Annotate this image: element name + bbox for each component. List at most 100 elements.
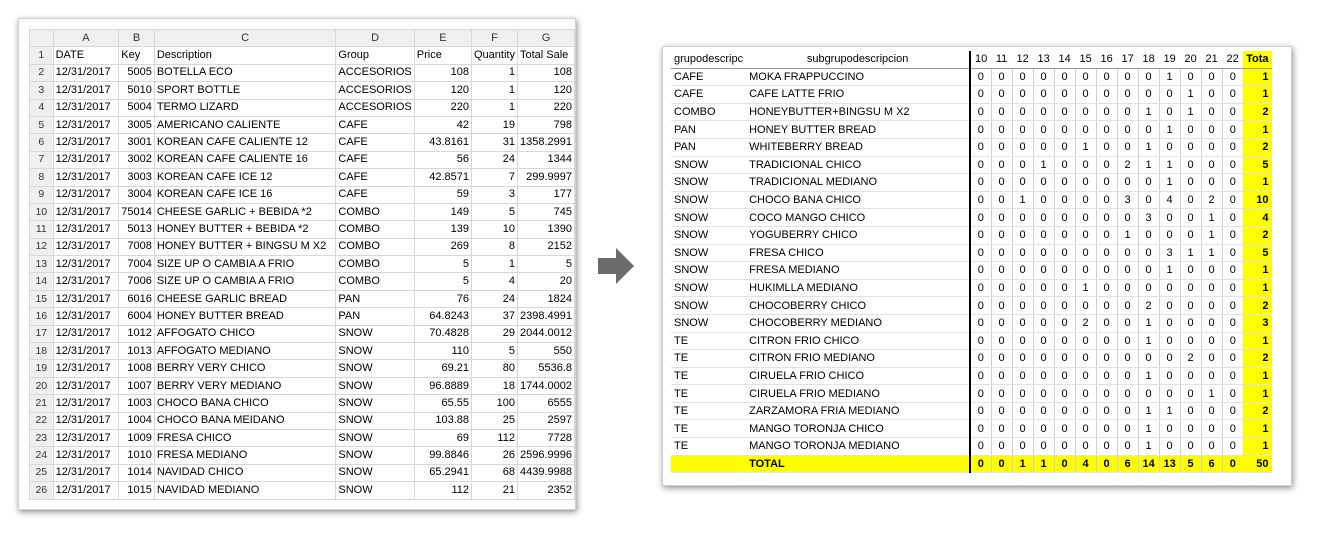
column-header-B[interactable]: B — [118, 28, 155, 48]
cell[interactable]: 112 — [413, 481, 473, 500]
cell[interactable]: 12/31/2017 — [52, 81, 120, 100]
row-total-cell[interactable]: 2 — [1243, 103, 1272, 122]
cell[interactable]: 20 — [516, 272, 575, 291]
subgroup-cell[interactable]: CHOCO BANA CHICO — [746, 191, 972, 210]
cell[interactable]: 5010 — [118, 81, 155, 100]
value-cell[interactable]: 0 — [1053, 349, 1076, 368]
value-cell[interactable]: 0 — [1158, 296, 1181, 315]
value-cell[interactable]: 0 — [1158, 367, 1181, 386]
hour-header[interactable]: 19 — [1159, 51, 1181, 69]
value-cell[interactable]: 0 — [1053, 85, 1076, 104]
value-cell[interactable]: 0 — [1179, 120, 1202, 139]
cell[interactable]: SNOW — [335, 428, 415, 448]
cell[interactable]: 12/31/2017 — [52, 394, 120, 413]
cell[interactable]: SNOW — [335, 394, 415, 413]
value-cell[interactable]: 0 — [1116, 367, 1139, 386]
subgroup-cell[interactable]: CITRON FRIO CHICO — [746, 332, 972, 351]
value-cell[interactable]: 0 — [1158, 314, 1181, 333]
cell[interactable]: 7728 — [516, 428, 575, 448]
row-total-cell[interactable]: 1 — [1243, 419, 1272, 439]
value-cell[interactable]: 0 — [1053, 367, 1076, 386]
value-cell[interactable]: 0 — [990, 296, 1013, 315]
value-cell[interactable]: 0 — [969, 244, 992, 263]
cell[interactable]: FRESA CHICO — [153, 428, 337, 448]
total-blank[interactable] — [671, 455, 747, 474]
value-cell[interactable]: 0 — [1179, 156, 1202, 175]
cell[interactable]: 5 — [516, 255, 575, 274]
cell[interactable]: SNOW — [335, 342, 415, 361]
value-cell[interactable]: 0 — [969, 173, 992, 192]
group-cell[interactable]: TE — [671, 437, 747, 456]
cell[interactable]: 96.8889 — [413, 376, 473, 396]
subgroup-cell[interactable]: CHOCOBERRY CHICO — [746, 296, 972, 315]
group-cell[interactable]: TE — [671, 332, 747, 351]
value-cell[interactable]: 0 — [1116, 120, 1139, 139]
value-cell[interactable]: 0 — [1053, 173, 1076, 192]
value-cell[interactable]: 0 — [1221, 138, 1244, 157]
cell[interactable]: 299.9997 — [516, 168, 575, 187]
value-cell[interactable]: 0 — [1011, 349, 1034, 368]
value-cell[interactable]: 0 — [990, 226, 1013, 245]
cell[interactable]: 1744.0002 — [516, 376, 575, 396]
row-total-cell[interactable]: 2 — [1243, 402, 1272, 421]
value-cell[interactable]: 0 — [990, 156, 1013, 175]
cell[interactable]: 1015 — [118, 481, 155, 500]
cell[interactable]: 269 — [413, 237, 473, 257]
value-cell[interactable]: 0 — [1032, 208, 1055, 227]
value-cell[interactable]: 0 — [990, 332, 1013, 351]
value-cell[interactable]: 1 — [1158, 402, 1181, 421]
value-cell[interactable]: 0 — [1221, 279, 1244, 298]
value-cell[interactable]: 0 — [1032, 103, 1055, 122]
total-value-cell[interactable]: 0 — [1095, 455, 1118, 474]
cell[interactable]: 1012 — [118, 324, 155, 344]
cell[interactable]: 80 — [471, 359, 518, 378]
value-cell[interactable]: 0 — [1095, 244, 1118, 263]
cell[interactable]: 110 — [413, 342, 473, 361]
subgroup-cell[interactable]: HONEYBUTTER+BINGSU M X2 — [746, 103, 972, 122]
value-cell[interactable]: 0 — [1095, 279, 1118, 298]
value-cell[interactable]: 0 — [1095, 314, 1118, 333]
cell[interactable]: KOREAN CAFE CALIENTE 16 — [153, 150, 337, 170]
cell[interactable]: 2597 — [516, 411, 575, 430]
value-cell[interactable]: 0 — [1137, 384, 1160, 403]
value-cell[interactable]: 0 — [1074, 191, 1097, 210]
cell[interactable]: 120 — [413, 81, 473, 100]
value-cell[interactable]: 0 — [1032, 314, 1055, 333]
cell[interactable]: 220 — [516, 98, 575, 117]
header-cell[interactable]: Group — [335, 46, 415, 65]
value-cell[interactable]: 0 — [1221, 244, 1244, 263]
cell[interactable]: 103.88 — [413, 411, 473, 430]
value-cell[interactable]: 1 — [1200, 208, 1223, 227]
value-cell[interactable]: 0 — [1011, 402, 1034, 421]
cell[interactable]: 1013 — [118, 342, 155, 361]
cell[interactable]: SIZE UP O CAMBIA A FRIO — [153, 255, 337, 274]
hour-header[interactable]: 12 — [1012, 51, 1034, 69]
subgroup-cell[interactable]: YOGUBERRY CHICO — [746, 226, 972, 245]
header-cell[interactable]: Quantity — [471, 46, 518, 65]
value-cell[interactable]: 0 — [969, 191, 992, 210]
group-cell[interactable]: CAFE — [671, 85, 747, 104]
cell[interactable]: FRESA MEDIANO — [153, 446, 337, 465]
group-cell[interactable]: COMBO — [671, 103, 747, 122]
cell[interactable]: 18 — [471, 376, 518, 396]
cell[interactable]: 5 — [471, 202, 518, 222]
value-cell[interactable]: 0 — [1095, 208, 1118, 227]
cell[interactable]: 6016 — [118, 289, 155, 309]
cell[interactable]: PAN — [335, 289, 415, 309]
total-value-cell[interactable]: 5 — [1179, 455, 1202, 474]
total-value-cell[interactable]: 1 — [1032, 455, 1055, 474]
value-cell[interactable]: 0 — [1221, 120, 1244, 139]
value-cell[interactable]: 0 — [1221, 367, 1244, 386]
header-cell[interactable]: DATE — [52, 46, 120, 65]
value-cell[interactable]: 0 — [969, 384, 992, 403]
value-cell[interactable]: 1 — [1158, 156, 1181, 175]
cell[interactable]: 76 — [413, 289, 473, 309]
value-cell[interactable]: 0 — [969, 279, 992, 298]
cell[interactable]: 2044.0012 — [516, 324, 575, 344]
group-cell[interactable]: CAFE — [671, 68, 747, 87]
total-value-cell[interactable]: 0 — [969, 455, 992, 474]
value-cell[interactable]: 0 — [1053, 402, 1076, 421]
value-cell[interactable]: 0 — [1221, 191, 1244, 210]
cell[interactable]: 1003 — [118, 394, 155, 413]
value-cell[interactable]: 0 — [1116, 244, 1139, 263]
